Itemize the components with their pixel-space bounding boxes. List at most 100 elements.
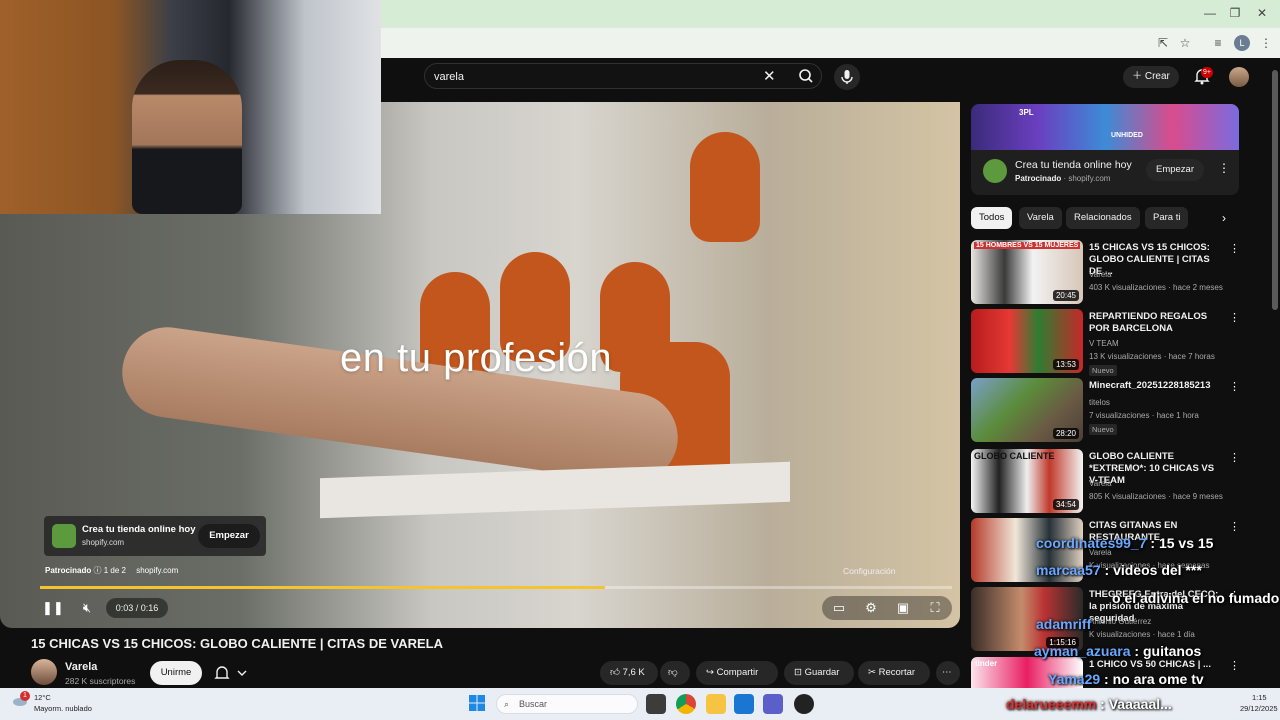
- clip-button[interactable]: ✂ Recortar: [858, 661, 930, 685]
- sidebar-ad-banner[interactable]: 3PL UNHIDED: [971, 104, 1239, 150]
- theater-mode-button[interactable]: ▣: [893, 598, 913, 618]
- video-thumbnail[interactable]: 15 HOMBRES VS 15 MUJERES 20:45: [971, 240, 1083, 304]
- fullscreen-button[interactable]: ⛶: [925, 598, 945, 618]
- search-icon: [799, 69, 813, 83]
- ad-domain: shopify.com: [82, 538, 125, 547]
- chip-todos[interactable]: Todos: [971, 207, 1013, 229]
- dislike-button[interactable]: 👎︎: [660, 661, 690, 685]
- list-item[interactable]: 13:53 REPARTIENDO REGALOS POR BARCELONA …: [971, 309, 1240, 376]
- chevron-right-icon[interactable]: ›: [1216, 209, 1232, 227]
- share-icon: ↪: [706, 667, 717, 678]
- rec-channel[interactable]: titelos: [1089, 398, 1110, 407]
- search-button[interactable]: [791, 66, 821, 86]
- more-vert-icon[interactable]: ⋮: [1229, 380, 1240, 393]
- rec-meta: 7 visualizaciones · hace 1 hora: [1089, 411, 1199, 420]
- sidebar-ad-domain: shopify.com: [1068, 174, 1111, 183]
- channel-name[interactable]: Varela: [65, 661, 97, 673]
- more-vert-icon[interactable]: ⋮: [1229, 242, 1240, 255]
- scrollbar-thumb[interactable]: [1272, 70, 1278, 310]
- save-button[interactable]: ⊡ Guardar: [784, 661, 854, 685]
- voice-search-button[interactable]: [834, 64, 860, 90]
- progress-bar[interactable]: [40, 586, 952, 589]
- chip-relacionados[interactable]: Relacionados: [1066, 207, 1140, 229]
- account-avatar[interactable]: [1229, 67, 1249, 87]
- video-thumbnail[interactable]: 13:53: [971, 309, 1083, 373]
- maximize-button[interactable]: ❐: [1225, 6, 1245, 22]
- info-icon[interactable]: ⓘ: [93, 566, 103, 575]
- create-button[interactable]: ＋ Crear: [1123, 66, 1179, 88]
- teams-icon[interactable]: [763, 694, 783, 714]
- webcam-overlay: [0, 0, 381, 214]
- chip-varela[interactable]: Varela: [1019, 207, 1062, 229]
- sponsored-label: Patrocinado: [45, 566, 92, 575]
- chat-username: marcaa57: [1036, 562, 1101, 578]
- save-label: Guardar: [804, 667, 840, 678]
- duration-badge: 20:45: [1052, 290, 1079, 301]
- rec-channel[interactable]: Varela: [1089, 270, 1112, 279]
- sidebar-ad[interactable]: Crea tu tienda online hoy Patrocinado · …: [971, 150, 1239, 195]
- ad-sponsor-domain[interactable]: shopify.com: [136, 566, 178, 575]
- join-button[interactable]: Unirme: [150, 661, 202, 685]
- rec-meta: K visualizaciones · hace 1 día: [1089, 630, 1195, 639]
- more-vert-icon[interactable]: ⋮: [1229, 311, 1240, 324]
- new-badge: Nuevo: [1089, 365, 1117, 376]
- bookmark-star-icon[interactable]: ☆: [1177, 35, 1193, 51]
- task-view-icon[interactable]: [646, 694, 666, 714]
- thumbs-up-icon: 👍︎: [610, 667, 623, 678]
- sponsored-label: Patrocinado: [1015, 174, 1062, 183]
- list-item[interactable]: 28:20 Minecraft_20251228185213 titelos 7…: [971, 378, 1240, 444]
- like-button[interactable]: 👍︎ 7,6 K: [600, 661, 658, 685]
- chat-message: ayman_azuara : guitanos: [1034, 643, 1202, 659]
- install-app-icon[interactable]: ⇱: [1155, 35, 1171, 51]
- clip-label: Recortar: [878, 667, 916, 678]
- subtitles-button[interactable]: ▭: [829, 598, 849, 618]
- list-item[interactable]: 15 HOMBRES VS 15 MUJERES 20:45 15 CHICAS…: [971, 240, 1240, 306]
- more-vert-icon[interactable]: ⋮: [1218, 161, 1230, 175]
- channel-subscribers: 282 K suscriptores: [65, 676, 136, 686]
- list-item[interactable]: GLOBO CALIENTE 34:54 GLOBO CALIENTE *EXT…: [971, 449, 1240, 515]
- taskbar-search[interactable]: ⌕ Buscar: [496, 694, 638, 714]
- video-thumbnail[interactable]: GLOBO CALIENTE 34:54: [971, 449, 1083, 513]
- chrome-icon[interactable]: [676, 694, 696, 714]
- settings-button[interactable]: ⚙: [861, 598, 881, 618]
- duration-badge: 13:53: [1052, 359, 1079, 370]
- minimize-button[interactable]: —: [1200, 6, 1220, 22]
- more-actions-button[interactable]: ⋯: [936, 661, 960, 685]
- subscription-bell-button[interactable]: [210, 661, 254, 685]
- search-box: ✕: [424, 63, 822, 89]
- media-controls-icon[interactable]: ≡: [1210, 35, 1226, 51]
- ad-title: Crea tu tienda online hoy: [82, 524, 196, 535]
- scissors-icon: ✂: [868, 667, 879, 678]
- share-button[interactable]: ↪ Compartir: [696, 661, 778, 685]
- duration-badge: 28:20: [1052, 428, 1079, 439]
- more-vert-icon[interactable]: ⋮: [1229, 451, 1240, 464]
- mute-button[interactable]: 🔇︎: [77, 598, 97, 618]
- browser-menu-icon[interactable]: ⋮: [1258, 35, 1274, 51]
- ad-count: 1 de 2: [103, 566, 126, 575]
- player-ad-card[interactable]: Crea tu tienda online hoy shopify.com Em…: [44, 516, 266, 556]
- rec-channel[interactable]: Antonio Gutiérrez: [1089, 617, 1151, 626]
- channel-avatar[interactable]: [31, 659, 57, 685]
- pause-button[interactable]: ❚❚: [42, 598, 64, 618]
- more-vert-icon[interactable]: ⋮: [1229, 520, 1240, 533]
- thumbs-down-icon: 👎︎: [668, 667, 678, 678]
- file-explorer-icon[interactable]: [706, 694, 726, 714]
- theater-icon: ▣: [896, 600, 910, 615]
- chip-para-ti[interactable]: Para ti: [1145, 207, 1189, 229]
- browser-profile-avatar[interactable]: L: [1234, 35, 1250, 51]
- chat-username: ayman_azuara: [1034, 643, 1131, 659]
- ad-cta-button[interactable]: Empezar: [198, 524, 260, 548]
- sidebar-ad-cta-button[interactable]: Empezar: [1146, 159, 1204, 181]
- outlook-icon[interactable]: [734, 694, 754, 714]
- clock-time[interactable]: 1:15: [1252, 693, 1267, 702]
- clock-date[interactable]: 29/12/2025: [1240, 704, 1278, 713]
- more-vert-icon[interactable]: ⋮: [1229, 659, 1239, 672]
- rec-channel[interactable]: Varela: [1089, 479, 1112, 488]
- close-window-button[interactable]: ✕: [1252, 6, 1272, 22]
- clear-search-icon[interactable]: ✕: [763, 67, 776, 85]
- video-thumbnail[interactable]: 28:20: [971, 378, 1083, 442]
- rec-channel[interactable]: V TEAM: [1089, 339, 1119, 348]
- app-icon[interactable]: [794, 694, 814, 714]
- start-button[interactable]: [469, 695, 485, 711]
- search-input[interactable]: [434, 68, 754, 86]
